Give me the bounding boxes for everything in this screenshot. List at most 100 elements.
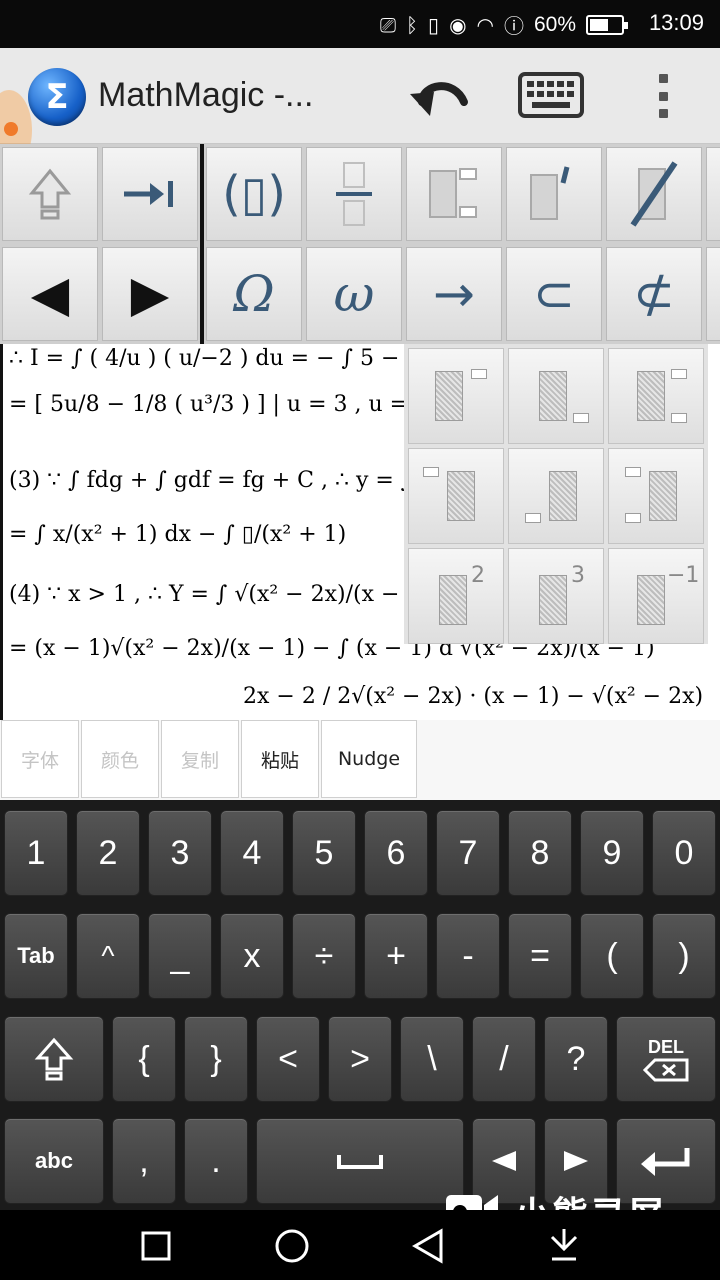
sub-superscript-icon (429, 168, 477, 218)
key-underscore[interactable]: _ (148, 913, 212, 999)
template-popup: 2 3 −1 (404, 344, 708, 644)
recents-button[interactable] (136, 1226, 176, 1266)
key-close-brace[interactable]: } (184, 1016, 248, 1102)
cast-icon: ⎚ (380, 12, 397, 37)
keyboard-icon (518, 72, 584, 118)
key-3[interactable]: 3 (148, 810, 212, 896)
key-backslash[interactable]: \ (400, 1016, 464, 1102)
palette-parentheses-key[interactable]: (▯) (206, 147, 302, 241)
key-greater-than[interactable]: > (328, 1016, 392, 1102)
palette-left-key[interactable]: ◀ (2, 247, 98, 341)
key-9[interactable]: 9 (580, 810, 644, 896)
subset-icon: ⊂ (533, 265, 575, 323)
template-box (539, 371, 567, 421)
color-button[interactable]: 颜色 (81, 720, 159, 798)
home-button[interactable] (272, 1226, 312, 1266)
space-icon (337, 1155, 383, 1169)
key-6[interactable]: 6 (364, 810, 428, 896)
palette-subset-key[interactable]: ⊂ (506, 247, 602, 341)
chevron-down-icon (550, 1229, 578, 1261)
keyboard-toggle-button[interactable] (518, 72, 584, 118)
template-slot (625, 513, 641, 523)
eye-comfort-icon: ◉ (449, 12, 467, 37)
overflow-menu-button[interactable] (650, 70, 676, 122)
symbol-palette: (▯) ◀ ▶ Ω ω → ⊂ ⊄ (0, 144, 720, 344)
template-box (637, 371, 665, 421)
palette-fraction-key[interactable] (306, 147, 402, 241)
template-square-key[interactable]: 2 (408, 548, 504, 644)
key-equals[interactable]: = (508, 913, 572, 999)
template-sub-super-key[interactable] (608, 348, 704, 444)
right-arrow-icon (564, 1151, 588, 1171)
key-4[interactable]: 4 (220, 810, 284, 896)
palette-arrow-key[interactable]: → (406, 247, 502, 341)
key-comma[interactable]: , (112, 1118, 176, 1204)
palette-overflow-key[interactable] (706, 247, 720, 341)
paste-button[interactable]: 粘贴 (241, 720, 319, 798)
palette-prime-key[interactable] (506, 147, 602, 241)
key-0[interactable]: 0 (652, 810, 716, 896)
key-caret[interactable]: ^ (76, 913, 140, 999)
key-minus[interactable]: - (436, 913, 500, 999)
vibrate-icon: ▯ (428, 12, 440, 37)
key-7[interactable]: 7 (436, 810, 500, 896)
tab-right-arrow-icon (124, 181, 173, 207)
palette-omega-upper-key[interactable]: Ω (206, 247, 302, 341)
key-8[interactable]: 8 (508, 810, 572, 896)
key-space[interactable] (256, 1118, 464, 1204)
palette-tab-key[interactable] (102, 147, 198, 241)
key-less-than[interactable]: < (256, 1016, 320, 1102)
math-line: = ∫ x/(x² + 1) dx − ∫ ▯/(x² + 1) (9, 522, 347, 547)
palette-not-subset-key[interactable]: ⊄ (606, 247, 702, 341)
key-tab[interactable]: Tab (4, 913, 68, 999)
math-line: ∴ I = ∫ ( 4/u ) ( u/−2 ) du = − ∫ 5 − u … (9, 346, 456, 371)
template-inverse-key[interactable]: −1 (608, 548, 704, 644)
back-button[interactable] (408, 1226, 448, 1266)
key-5[interactable]: 5 (292, 810, 356, 896)
delete-label: DEL (648, 1036, 684, 1057)
template-pre-sub-super-key[interactable] (608, 448, 704, 544)
edit-toolbar: 字体 颜色 复制 粘贴 Nudge (0, 720, 720, 800)
alert-icon: ⓘ (503, 14, 524, 38)
key-question[interactable]: ? (544, 1016, 608, 1102)
template-superscript-key[interactable] (408, 348, 504, 444)
math-line: (3) ∵ ∫ fdg + ∫ gdf = fg + C , ∴ y = ∫ (9, 468, 413, 493)
palette-shift-up-key[interactable] (2, 147, 98, 241)
key-1[interactable]: 1 (4, 810, 68, 896)
enter-icon (641, 1148, 690, 1176)
copy-button[interactable]: 复制 (161, 720, 239, 798)
key-close-paren[interactable]: ) (652, 913, 716, 999)
template-slot (471, 369, 487, 379)
key-period[interactable]: . (184, 1118, 248, 1204)
undo-button[interactable] (404, 66, 474, 126)
key-2[interactable]: 2 (76, 810, 140, 896)
template-cube-key[interactable]: 3 (508, 548, 604, 644)
palette-sub-super-key[interactable] (406, 147, 502, 241)
palette-omega-lower-key[interactable]: ω (306, 247, 402, 341)
template-pre-subscript-key[interactable] (508, 448, 604, 544)
template-pre-superscript-key[interactable] (408, 448, 504, 544)
notification-pull-button[interactable] (544, 1226, 584, 1266)
palette-slash-key[interactable] (606, 147, 702, 241)
template-subscript-key[interactable] (508, 348, 604, 444)
key-open-brace[interactable]: { (112, 1016, 176, 1102)
palette-overflow-key[interactable] (706, 147, 720, 241)
key-shift[interactable] (4, 1016, 104, 1102)
key-plus[interactable]: + (364, 913, 428, 999)
key-x[interactable]: x (220, 913, 284, 999)
font-button[interactable]: 字体 (1, 720, 79, 798)
key-slash[interactable]: / (472, 1016, 536, 1102)
key-delete[interactable]: DEL (616, 1016, 716, 1102)
math-line: 2x − 2 / 2√(x² − 2x) · (x − 1) − √(x² − … (243, 684, 704, 709)
key-open-paren[interactable]: ( (580, 913, 644, 999)
palette-right-key[interactable]: ▶ (102, 247, 198, 341)
circle-icon (275, 1229, 309, 1263)
nudge-button[interactable]: Nudge (321, 720, 417, 798)
fraction-icon (336, 162, 372, 226)
template-slot (671, 413, 687, 423)
bluetooth-icon: ᛒ (406, 12, 419, 37)
key-abc[interactable]: abc (4, 1118, 104, 1204)
left-triangle-icon: ◀ (30, 265, 70, 323)
key-divide[interactable]: ÷ (292, 913, 356, 999)
status-icons: ⎚ ᛒ ▯ ◉ ◠ ⓘ 60% (380, 10, 628, 39)
